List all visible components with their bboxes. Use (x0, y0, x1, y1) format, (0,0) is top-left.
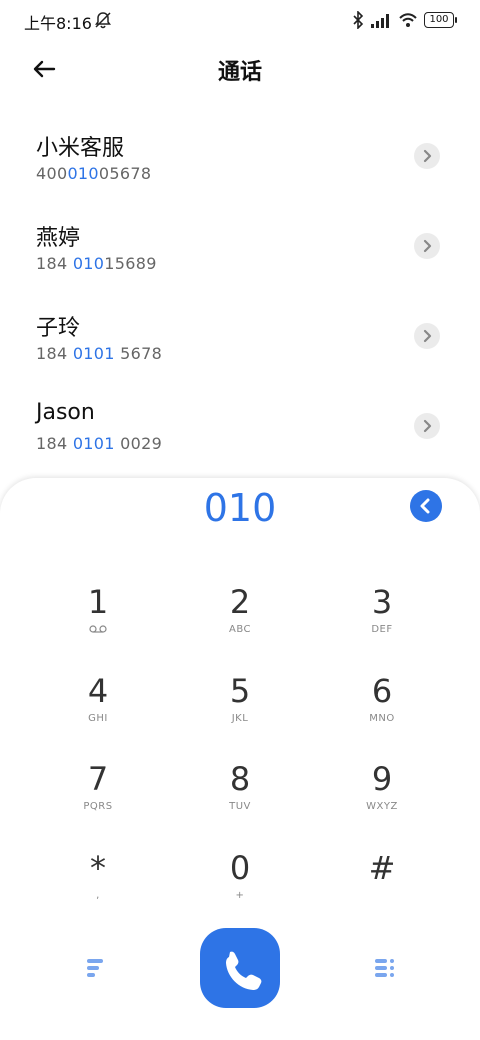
key-digit: 5 (229, 672, 251, 710)
bluetooth-icon (353, 11, 364, 29)
contact-number: 184 01015689 (36, 254, 157, 273)
key-6[interactable]: 6 MNO (322, 667, 442, 747)
chevron-right-icon[interactable] (414, 323, 440, 349)
signal-icon (371, 14, 389, 28)
status-time: 上午8:16 (24, 14, 92, 33)
dialed-number: 010 (203, 486, 277, 530)
dialpad-panel: 010 1 2 ABC 3 DEF 4 GHI 5 JKL 6 MNO 7 PQ… (0, 478, 480, 1040)
voicemail-icon (89, 625, 107, 633)
key-digit: 2 (229, 583, 251, 621)
key-3[interactable]: 3 DEF (322, 578, 442, 658)
contact-row[interactable]: 燕婷 184 01015689 (0, 200, 480, 290)
battery-indicator: 100 (424, 12, 457, 28)
key-7[interactable]: 7 PQRS (38, 755, 158, 835)
menu-lines-icon[interactable] (76, 948, 116, 988)
key-letters: TUV (229, 801, 251, 812)
key-1[interactable]: 1 (38, 578, 158, 658)
contact-number: 184 0101 5678 (36, 344, 163, 363)
key-digit: * (90, 849, 106, 887)
key-star[interactable]: * , (38, 844, 158, 924)
key-digit: # (368, 849, 396, 887)
contact-name: 子玲 (36, 316, 81, 341)
chevron-right-icon[interactable] (414, 143, 440, 169)
phone-icon (226, 951, 262, 990)
bell-muted-icon (95, 12, 111, 29)
key-hash[interactable]: # (322, 844, 442, 924)
key-digit: 9 (371, 760, 393, 798)
key-letters: GHI (88, 713, 108, 724)
key-letters: , (96, 890, 100, 901)
key-letters: WXYZ (366, 801, 398, 812)
page-title: 通话 (217, 60, 262, 85)
contact-name: Jason (36, 400, 95, 425)
key-8[interactable]: 8 TUV (180, 755, 300, 835)
status-bar: 上午8:16 100 (0, 0, 480, 40)
contact-number: 40001005678 (36, 164, 152, 183)
key-5[interactable]: 5 JKL (180, 667, 300, 747)
key-letters: DEF (371, 624, 393, 635)
key-digit: 8 (229, 760, 251, 798)
key-digit: 6 (371, 672, 393, 710)
contact-list: 小米客服 40001005678 燕婷 184 01015689 子玲 184 … (0, 110, 480, 470)
wifi-icon (399, 13, 417, 27)
header: 通话 (0, 44, 480, 94)
key-digit: 7 (87, 760, 109, 798)
key-digit: 1 (87, 583, 109, 621)
contact-row[interactable]: 子玲 184 0101 5678 (0, 290, 480, 380)
contact-name: 小米客服 (36, 136, 125, 161)
key-digit: 4 (87, 672, 109, 710)
key-letters: MNO (369, 713, 395, 724)
contact-name: 燕婷 (36, 226, 81, 251)
key-letters: + (235, 890, 245, 901)
contact-number: 184 0101 0029 (36, 434, 163, 453)
key-letters: ABC (228, 624, 251, 635)
chevron-right-icon[interactable] (414, 413, 440, 439)
backspace-icon[interactable] (410, 490, 442, 522)
contact-row[interactable]: Jason 184 0101 0029 (0, 380, 480, 470)
contact-row[interactable]: 小米客服 40001005678 (0, 110, 480, 200)
key-letters: JKL (231, 713, 249, 724)
key-digit: 0 (229, 849, 251, 887)
dialpad-list-icon[interactable] (365, 948, 405, 988)
key-letters: PQRS (83, 801, 113, 812)
chevron-right-icon[interactable] (414, 233, 440, 259)
key-4[interactable]: 4 GHI (38, 667, 158, 747)
key-0[interactable]: 0 + (180, 844, 300, 924)
key-9[interactable]: 9 WXYZ (322, 755, 442, 835)
key-2[interactable]: 2 ABC (180, 578, 300, 658)
key-digit: 3 (371, 583, 393, 621)
call-button[interactable] (200, 928, 280, 1008)
